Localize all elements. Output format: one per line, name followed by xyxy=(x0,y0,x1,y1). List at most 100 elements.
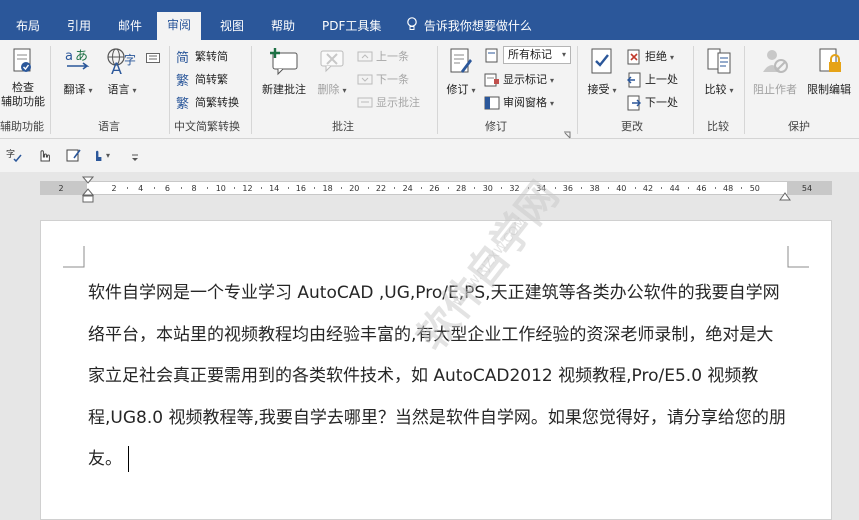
restrict-editing-button[interactable]: 限制编辑 xyxy=(802,46,856,97)
ruler-tick-mark xyxy=(741,187,743,189)
ruler-tick-mark xyxy=(394,187,396,189)
chinese-conversion-label: 简繁转换 xyxy=(195,96,239,109)
ruler-tick-label: 26 xyxy=(429,184,440,193)
previous-change-label: 上一处 xyxy=(645,73,678,86)
group-label-tracking: 修订 xyxy=(485,120,507,133)
tab-help[interactable]: 帮助 xyxy=(261,14,305,40)
ruler-tick-label: 16 xyxy=(295,184,306,193)
new-comment-label: 新建批注 xyxy=(262,83,306,96)
tab-review[interactable]: 审阅 xyxy=(157,12,202,40)
next-comment-icon xyxy=(357,74,373,85)
ruler-tick-mark xyxy=(634,187,636,189)
touch-pointer-icon[interactable]: ▾ xyxy=(92,147,116,167)
ruler-tick-mark xyxy=(207,187,209,189)
draw-table-icon[interactable] xyxy=(66,147,82,167)
svg-text:あ: あ xyxy=(75,49,88,64)
svg-text:简: 简 xyxy=(176,50,189,65)
compare-label: 比较 xyxy=(704,83,727,96)
new-comment-button[interactable]: 新建批注 xyxy=(258,46,310,97)
show-comments-button[interactable]: 显示批注 xyxy=(357,94,420,112)
language-label: 语言 xyxy=(107,83,130,96)
touch-mode-icon[interactable] xyxy=(36,147,52,167)
svg-text:字: 字 xyxy=(124,52,136,67)
language-button[interactable]: A字 语言 ▾ xyxy=(100,46,144,97)
markup-display-dropdown[interactable]: 所有标记 ▾ xyxy=(484,46,571,64)
all-markup-select[interactable]: 所有标记 ▾ xyxy=(503,46,571,64)
ruler-tick-mark xyxy=(581,187,583,189)
accept-icon xyxy=(585,46,619,79)
traditional-to-simplified-label: 繁转简 xyxy=(195,50,228,63)
check-accessibility-label: 检查 辅助功能 xyxy=(1,81,45,108)
ruler-tick-label: 2 xyxy=(111,184,117,193)
ruler-tick-label: 44 xyxy=(669,184,680,193)
svg-text:繁: 繁 xyxy=(176,96,189,111)
keyboard-icon[interactable] xyxy=(146,48,160,67)
tab-references[interactable]: 引用 xyxy=(57,14,101,40)
group-label-compare: 比较 xyxy=(707,120,729,133)
group-label-changes: 更改 xyxy=(621,120,643,133)
tab-pdf-tools[interactable]: PDF工具集 xyxy=(312,14,391,40)
ruler-tick-mark xyxy=(714,187,716,189)
show-comments-label: 显示批注 xyxy=(376,96,420,109)
block-authors-button[interactable]: 阻止作者 xyxy=(748,46,802,97)
simplified-to-traditional-button[interactable]: 繁简转繁 xyxy=(176,71,228,89)
track-changes-button[interactable]: 修订 ▾ xyxy=(444,46,478,97)
document-page[interactable]: 软件自学网是一个专业学习 AutoCAD ,UG,Pro/E,PS,天正建筑等各… xyxy=(40,220,832,520)
reviewing-pane-label: 审阅窗格 xyxy=(503,96,547,109)
lock-document-icon xyxy=(802,46,856,79)
track-changes-label: 修订 xyxy=(446,83,469,96)
ruler-tick-label: 30 xyxy=(482,184,493,193)
ruler-tick-mark xyxy=(287,187,289,189)
first-line-indent-marker-icon[interactable] xyxy=(81,176,95,208)
tell-me-box[interactable]: 告诉我你想要做什么 xyxy=(406,14,532,38)
previous-change-button[interactable]: 上一处 xyxy=(626,71,678,89)
right-indent-marker-icon[interactable] xyxy=(779,186,791,205)
show-markup-button[interactable]: 显示标记 ▾ xyxy=(484,71,554,89)
ruler-tick-label: 8 xyxy=(191,184,197,193)
ruler-tick-label: 38 xyxy=(589,184,600,193)
tab-mailings[interactable]: 邮件 xyxy=(108,14,152,40)
chinese-conversion-button[interactable]: 繁简繁转换 xyxy=(176,94,239,112)
ruler-tick-label: 10 xyxy=(215,184,226,193)
simplified-to-traditional-label: 简转繁 xyxy=(195,73,228,86)
spelling-check-icon[interactable]: 字 xyxy=(6,147,22,167)
group-label-chinese-conversion: 中文简繁转换 xyxy=(174,120,240,133)
previous-comment-button[interactable]: 上一条 xyxy=(357,48,409,66)
delete-comment-button[interactable]: 删除 ▾ xyxy=(314,46,350,97)
reviewing-pane-button[interactable]: 审阅窗格 ▾ xyxy=(484,94,554,112)
reviewing-pane-icon xyxy=(484,96,500,110)
group-separator xyxy=(744,46,745,134)
ruler-tick-mark xyxy=(527,187,529,189)
translate-icon: aあ xyxy=(60,46,96,79)
next-comment-button[interactable]: 下一条 xyxy=(357,71,409,89)
next-change-button[interactable]: 下一处 xyxy=(626,94,678,112)
traditional-to-simplified-button[interactable]: 简繁转简 xyxy=(176,48,228,66)
ruler-tick-mark xyxy=(688,187,690,189)
compare-icon xyxy=(700,46,738,79)
document-paragraph[interactable]: 软件自学网是一个专业学习 AutoCAD ,UG,Pro/E,PS,天正建筑等各… xyxy=(88,273,788,481)
next-change-icon xyxy=(627,95,641,111)
ruler-tick-label: 2 xyxy=(58,184,64,193)
translate-label: 翻译 xyxy=(63,83,86,96)
ruler-tick-label: 50 xyxy=(749,184,760,193)
reject-button[interactable]: 拒绝 ▾ xyxy=(626,48,674,66)
compare-button[interactable]: 比较 ▾ xyxy=(700,46,738,97)
ruler-tick-label: 42 xyxy=(642,184,654,193)
accept-button[interactable]: 接受 ▾ xyxy=(585,46,619,97)
horizontal-ruler-area: 2 2 4 6 8 10 12 14 16 18 20 22 24 26 28 30 32 34 36 38 40 42 4… xyxy=(0,172,859,206)
translate-button[interactable]: aあ 翻译 ▾ xyxy=(60,46,96,97)
customize-toolbar-icon[interactable] xyxy=(130,149,140,168)
next-change-label: 下一处 xyxy=(645,96,678,109)
horizontal-ruler[interactable]: 2 2 4 6 8 10 12 14 16 18 20 22 24 26 28 30 32 34 36 38 40 42 4… xyxy=(40,181,832,195)
tab-layout[interactable]: 布局 xyxy=(6,14,50,40)
lightbulb-icon xyxy=(406,15,420,39)
ruler-tick-mark xyxy=(340,187,342,189)
restrict-editing-label: 限制编辑 xyxy=(807,83,851,96)
ruler-tick-label: 28 xyxy=(456,184,467,193)
all-markup-value: 所有标记 xyxy=(508,48,552,61)
svg-text:▾: ▾ xyxy=(106,151,110,160)
check-accessibility-button[interactable]: 检查 辅助功能 xyxy=(0,46,46,109)
ruler-tick-mark xyxy=(260,187,262,189)
delete-comment-icon xyxy=(314,46,350,79)
tab-view[interactable]: 视图 xyxy=(210,14,254,40)
